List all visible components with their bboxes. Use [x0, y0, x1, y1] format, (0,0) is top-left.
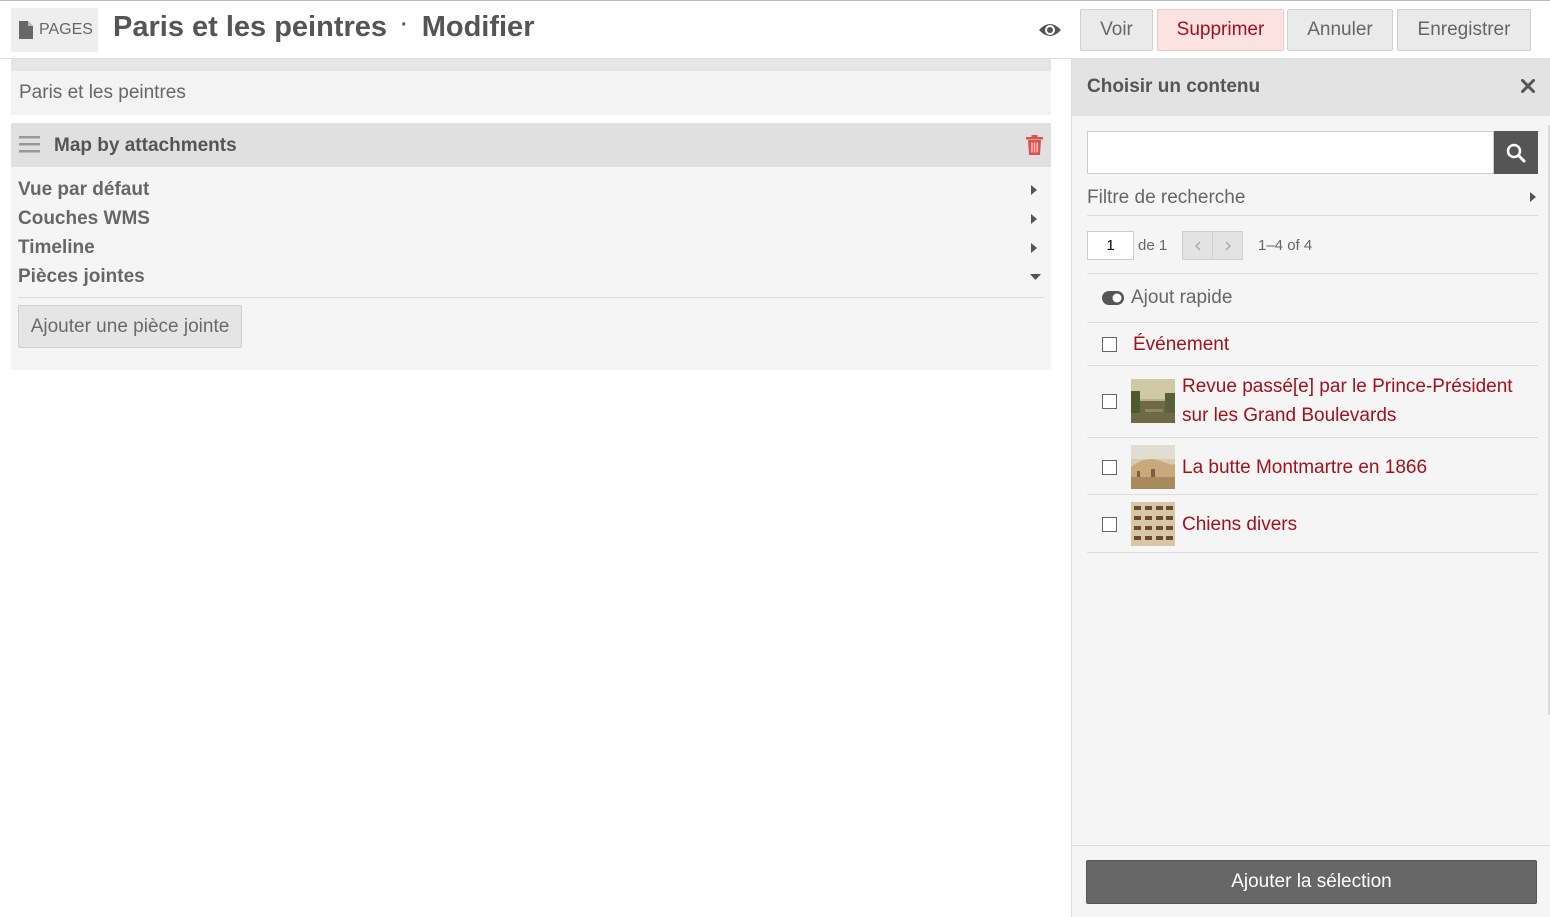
option-couches-wms[interactable]: Couches WMS	[11, 204, 1051, 233]
divider	[1087, 494, 1538, 495]
search-icon	[1506, 143, 1526, 162]
add-selection-button[interactable]: Ajouter la sélection	[1086, 860, 1537, 904]
toggle-icon	[1102, 291, 1124, 305]
block-header[interactable]: Map by attachments	[11, 123, 1051, 167]
option-vue-par-defaut[interactable]: Vue par défaut	[11, 175, 1051, 204]
section-tag[interactable]: PAGES	[11, 8, 98, 52]
search-input[interactable]	[1087, 131, 1494, 174]
option-pieces-jointes[interactable]: Pièces jointes	[11, 262, 1051, 291]
search-bar	[1087, 131, 1538, 174]
chevron-left-icon	[1194, 240, 1201, 251]
option-timeline[interactable]: Timeline	[11, 233, 1051, 262]
option-label: Couches WMS	[18, 207, 150, 229]
caret-down-icon	[1030, 274, 1041, 280]
list-item[interactable]: Chiens divers	[1087, 502, 1538, 546]
item-thumbnail	[1131, 379, 1175, 423]
content-chooser-sidebar: Choisir un contenu Filtre de recherche d…	[1071, 59, 1550, 917]
page-icon	[19, 21, 33, 39]
item-thumbnail	[1131, 445, 1175, 489]
sidebar-footer: Ajouter la sélection	[1072, 845, 1550, 917]
add-attachment-button[interactable]: Ajouter une pièce jointe	[18, 305, 242, 348]
item-checkbox[interactable]	[1102, 337, 1117, 352]
sidebar-header: Choisir un contenu	[1072, 59, 1550, 116]
divider	[1087, 437, 1538, 438]
item-checkbox[interactable]	[1102, 393, 1117, 409]
list-item[interactable]: Événement	[1087, 330, 1538, 359]
section-label: PAGES	[39, 21, 93, 38]
title-separator: ·	[401, 13, 408, 36]
page-mode: Modifier	[421, 11, 535, 43]
item-link[interactable]: Chiens divers	[1182, 510, 1297, 539]
item-checkbox[interactable]	[1102, 459, 1117, 475]
list-item[interactable]: La butte Montmartre en 1866	[1087, 445, 1538, 489]
title-strip	[11, 59, 1051, 71]
drag-handle-icon[interactable]	[19, 136, 40, 153]
caret-right-icon	[1530, 192, 1536, 202]
trash-icon[interactable]	[1026, 135, 1043, 155]
pagination: de 1 1–4 of 4	[1087, 231, 1538, 261]
divider	[1087, 215, 1538, 216]
search-button[interactable]	[1494, 131, 1538, 174]
delete-button[interactable]: Supprimer	[1157, 9, 1284, 51]
cancel-button[interactable]: Annuler	[1287, 9, 1393, 51]
search-filter-toggle[interactable]: Filtre de recherche	[1087, 183, 1538, 213]
page-editor: Paris et les peintres Map by attachments…	[11, 59, 1051, 370]
search-filter-label: Filtre de recherche	[1087, 187, 1246, 208]
option-label: Timeline	[18, 236, 95, 258]
view-button[interactable]: Voir	[1080, 9, 1153, 51]
item-thumbnail	[1131, 502, 1175, 546]
eye-icon[interactable]	[1038, 21, 1062, 39]
item-link[interactable]: La butte Montmartre en 1866	[1182, 453, 1427, 482]
sidebar-title: Choisir un contenu	[1087, 76, 1261, 97]
list-item[interactable]: Revue passé[e] par le Prince-Président s…	[1087, 372, 1538, 430]
quick-add-toggle[interactable]: Ajout rapide	[1102, 285, 1232, 311]
divider	[1087, 552, 1538, 553]
save-button[interactable]: Enregistrer	[1397, 9, 1531, 51]
previous-page-button[interactable]	[1182, 231, 1213, 260]
page-title: Paris et les peintres · Modifier	[113, 11, 534, 44]
caret-right-icon	[1031, 185, 1037, 195]
result-range: 1–4 of 4	[1258, 237, 1313, 254]
item-checkbox[interactable]	[1102, 516, 1117, 532]
block-map-by-attachments: Map by attachments Vue par défaut Couche…	[11, 123, 1051, 370]
close-icon[interactable]	[1521, 79, 1535, 93]
chevron-right-icon	[1224, 240, 1231, 251]
page-title-field[interactable]: Paris et les peintres	[11, 71, 1051, 115]
option-label: Vue par défaut	[18, 178, 150, 200]
quick-add-label: Ajout rapide	[1131, 287, 1233, 308]
page-count: de 1	[1138, 237, 1168, 254]
divider	[1087, 322, 1538, 323]
caret-right-icon	[1031, 214, 1037, 224]
page-title-text: Paris et les peintres	[113, 11, 388, 43]
top-bar: PAGES Paris et les peintres · Modifier Voi…	[0, 0, 1550, 59]
option-label: Pièces jointes	[18, 265, 145, 287]
next-page-button[interactable]	[1212, 231, 1243, 260]
item-link[interactable]: Revue passé[e] par le Prince-Président s…	[1182, 372, 1527, 430]
item-link[interactable]: Événement	[1133, 330, 1229, 359]
block-title: Map by attachments	[54, 135, 237, 156]
divider	[1087, 273, 1538, 274]
caret-right-icon	[1031, 243, 1037, 253]
page-number-input[interactable]	[1087, 231, 1134, 260]
divider	[1087, 365, 1538, 366]
divider	[18, 297, 1044, 298]
